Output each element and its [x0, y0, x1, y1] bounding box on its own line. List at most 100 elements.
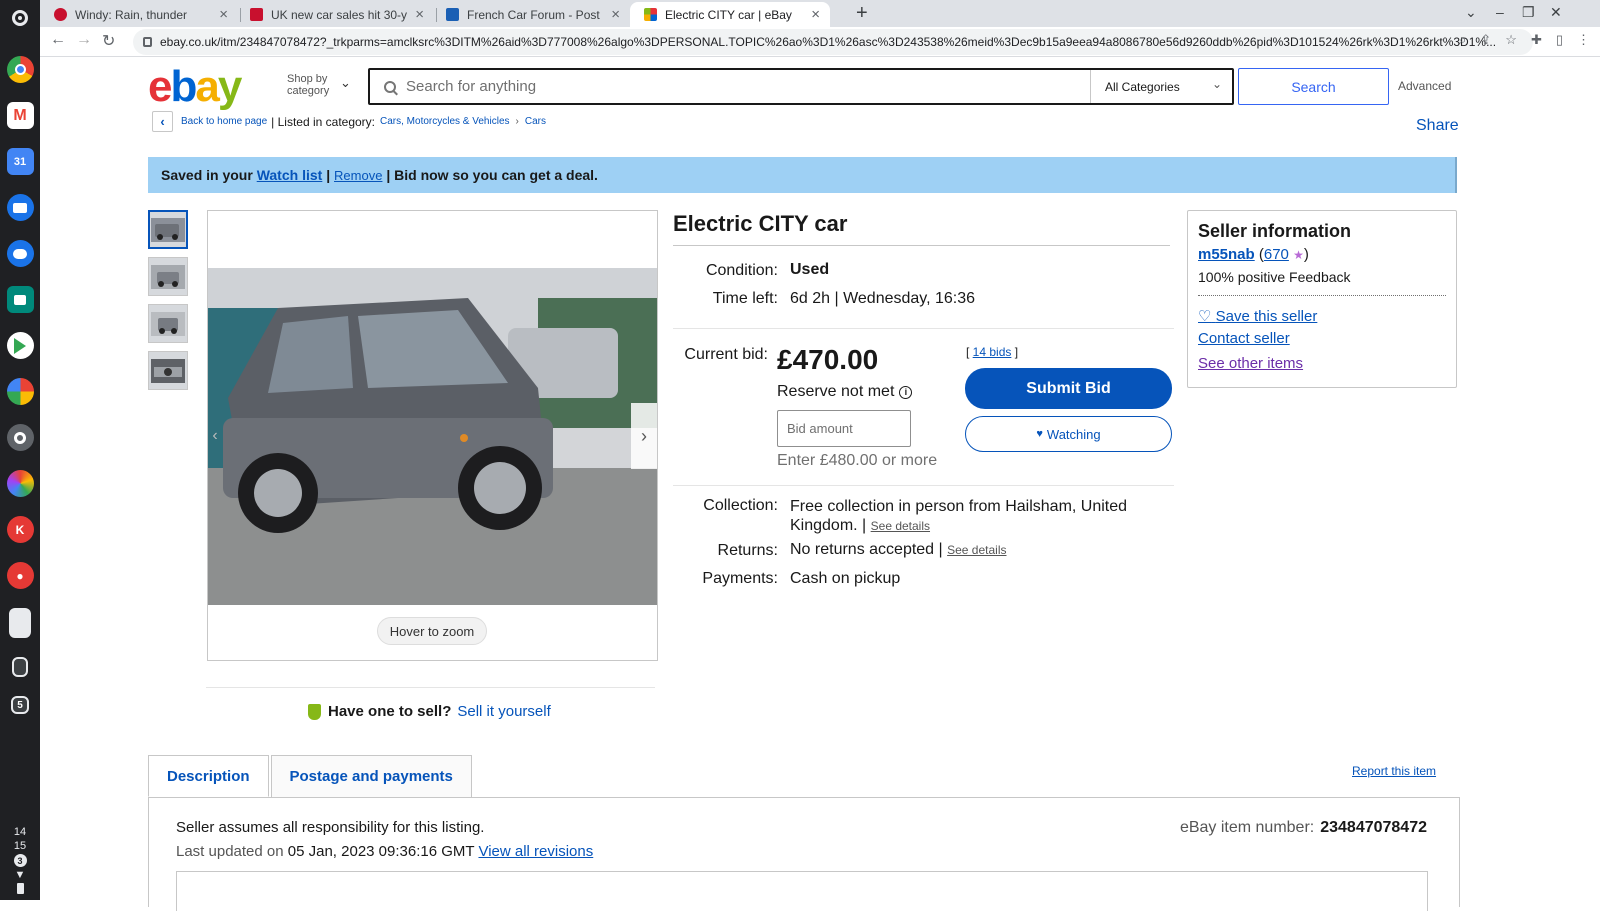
address-bar[interactable]: ebay.co.uk/itm/234847078472?_trkparms=am…	[133, 29, 1533, 55]
chrome-app-icon[interactable]	[6, 56, 34, 83]
kinemaster-app-icon[interactable]: K	[6, 516, 34, 543]
remove-link[interactable]: Remove	[334, 168, 382, 183]
last-updated-line: Last updated on 05 Jan, 2023 09:36:16 GM…	[176, 843, 593, 860]
see-other-items-link[interactable]: See other items	[1198, 355, 1303, 372]
back-to-home-link[interactable]: Back to home page	[181, 116, 267, 127]
breadcrumb-item-cars-motorcycles-vehicles[interactable]: Cars, Motorcycles & Vehicles	[380, 116, 510, 127]
advanced-search-link[interactable]: Advanced	[1398, 79, 1451, 93]
canvas-app-icon[interactable]	[6, 470, 34, 497]
restore-button[interactable]: ❐	[1522, 4, 1535, 21]
gmail-app-icon[interactable]: M	[6, 102, 34, 129]
browser-tab-french-car-forum[interactable]: French Car Forum - Post a reply ×	[432, 2, 630, 27]
watching-label: Watching	[1046, 426, 1101, 442]
heart-filled-icon: ♥	[1036, 428, 1043, 440]
status-area[interactable]: 14 15 3 ▼	[0, 826, 40, 894]
reload-icon[interactable]: ↻	[102, 31, 115, 51]
bookmark-star-icon[interactable]: ☆	[1505, 32, 1517, 48]
meet-app-icon[interactable]	[6, 286, 34, 313]
bid-amount-input[interactable]	[777, 410, 911, 447]
tab-description[interactable]: Description	[148, 755, 269, 797]
thumbnail-4[interactable]	[148, 351, 188, 390]
search-bar: All Categories ⌄	[368, 68, 1234, 105]
phone-hub-icon[interactable]	[12, 657, 28, 677]
report-item-link[interactable]: Report this item	[1352, 764, 1436, 778]
view-all-revisions-link[interactable]: View all revisions	[478, 843, 593, 860]
photos-app-icon[interactable]	[6, 378, 34, 405]
reserve-status: Reserve not met i	[777, 383, 913, 401]
description-panel: Seller assumes all responsibility for th…	[148, 797, 1460, 911]
paint-app-icon[interactable]: ●	[6, 562, 34, 589]
menu-kebab-icon[interactable]: ⋮	[1577, 32, 1590, 48]
back-arrow-icon[interactable]: ←	[50, 31, 66, 49]
sell-it-yourself-link[interactable]: Sell it yourself	[457, 703, 550, 720]
watching-button[interactable]: ♥ Watching	[965, 416, 1172, 452]
returns-text: No returns accepted	[790, 541, 935, 558]
messages-app-icon[interactable]	[6, 240, 34, 267]
thumbnail-2[interactable]	[148, 257, 188, 296]
close-tab-icon[interactable]: ×	[811, 6, 820, 23]
next-image-icon[interactable]: ›	[631, 403, 657, 469]
forum-favicon-icon	[446, 8, 459, 21]
minimize-button[interactable]: –	[1496, 4, 1504, 20]
document-app-icon[interactable]	[9, 608, 31, 638]
tab-postage-and-payments[interactable]: Postage and payments	[270, 755, 472, 797]
desk-5-icon[interactable]: 5	[11, 696, 29, 714]
main-image-frame[interactable]: ‹ › Hover to zoom	[207, 210, 658, 661]
close-window-button[interactable]: ✕	[1550, 4, 1562, 21]
tab-title: French Car Forum - Post a reply	[467, 7, 603, 22]
play-store-app-icon[interactable]	[6, 332, 34, 359]
watch-list-banner: Saved in your Watch list | Remove | Bid …	[148, 157, 1457, 193]
thumbnail-1[interactable]	[148, 210, 188, 249]
divider	[673, 485, 1174, 486]
close-tab-icon[interactable]: ×	[611, 6, 620, 23]
submit-bid-button[interactable]: Submit Bid	[965, 368, 1172, 409]
payments-value: Cash on pickup	[790, 570, 901, 587]
lock-icon[interactable]	[143, 37, 152, 47]
car-photo[interactable]	[208, 268, 657, 605]
chevron-down-icon[interactable]: ⌄	[340, 75, 351, 91]
contact-seller-link[interactable]: Contact seller	[1198, 330, 1290, 347]
info-icon[interactable]: i	[899, 385, 913, 399]
item-number-value: 234847078472	[1320, 819, 1427, 836]
previous-image-icon[interactable]: ‹	[208, 403, 222, 469]
share-link[interactable]: Share	[1416, 117, 1459, 135]
files-app-icon[interactable]	[6, 194, 34, 221]
forward-arrow-icon[interactable]: →	[76, 31, 92, 49]
zoom-icon[interactable]: ⌕	[1459, 32, 1466, 48]
extensions-icon[interactable]: ✚	[1531, 32, 1542, 48]
browser-tab-windy[interactable]: Windy: Rain, thunder ×	[40, 2, 238, 27]
browser-tab-car-sales[interactable]: UK new car sales hit 30-year low ×	[236, 2, 434, 27]
launcher-icon[interactable]	[12, 10, 28, 26]
close-tab-icon[interactable]: ×	[415, 6, 424, 23]
feedback-count-link[interactable]: 670	[1264, 246, 1289, 263]
save-seller-link[interactable]: ♡ Save this seller	[1198, 307, 1317, 325]
notification-badge: 3	[13, 854, 27, 867]
shop-by-category-button[interactable]: Shop by category	[287, 73, 339, 97]
browser-tab-ebay[interactable]: Electric CITY car | eBay ×	[630, 2, 830, 27]
thumbnail-3[interactable]	[148, 304, 188, 343]
tab-search-icon[interactable]: ⌄	[1465, 4, 1477, 21]
sell-prompt: Have one to sell? Sell it yourself	[308, 703, 551, 720]
new-tab-button[interactable]: +	[856, 2, 868, 25]
search-input[interactable]	[406, 78, 1066, 95]
share-icon[interactable]: ⇪	[1480, 32, 1491, 48]
returns-value: No returns accepted | See details	[790, 541, 1007, 558]
save-seller-text: Save this seller	[1215, 308, 1318, 325]
category-select[interactable]: All Categories ⌄	[1090, 70, 1234, 103]
watch-list-link[interactable]: Watch list	[257, 167, 323, 183]
chevron-left-icon[interactable]: ‹	[152, 111, 173, 132]
breadcrumb-item-cars[interactable]: Cars	[525, 116, 546, 127]
ebay-logo[interactable]: ebay	[148, 65, 242, 109]
bid-history-link[interactable]: 14 bids	[973, 345, 1012, 359]
close-tab-icon[interactable]: ×	[219, 6, 228, 23]
side-panel-icon[interactable]: ▯	[1556, 32, 1563, 48]
seller-name-link[interactable]: m55nab	[1198, 246, 1255, 263]
collection-see-details-link[interactable]: See details	[871, 519, 930, 533]
search-button[interactable]: Search	[1238, 68, 1389, 105]
calendar-app-icon[interactable]: 31	[6, 148, 34, 175]
returns-see-details-link[interactable]: See details	[947, 543, 1006, 557]
toolbar-icons: ⌕ ⇪ ☆ ✚ ▯ ⋮	[1459, 32, 1590, 48]
category-select-value: All Categories	[1105, 79, 1180, 94]
settings-app-icon[interactable]	[6, 424, 34, 451]
time-left-label: Time left:	[712, 290, 778, 307]
